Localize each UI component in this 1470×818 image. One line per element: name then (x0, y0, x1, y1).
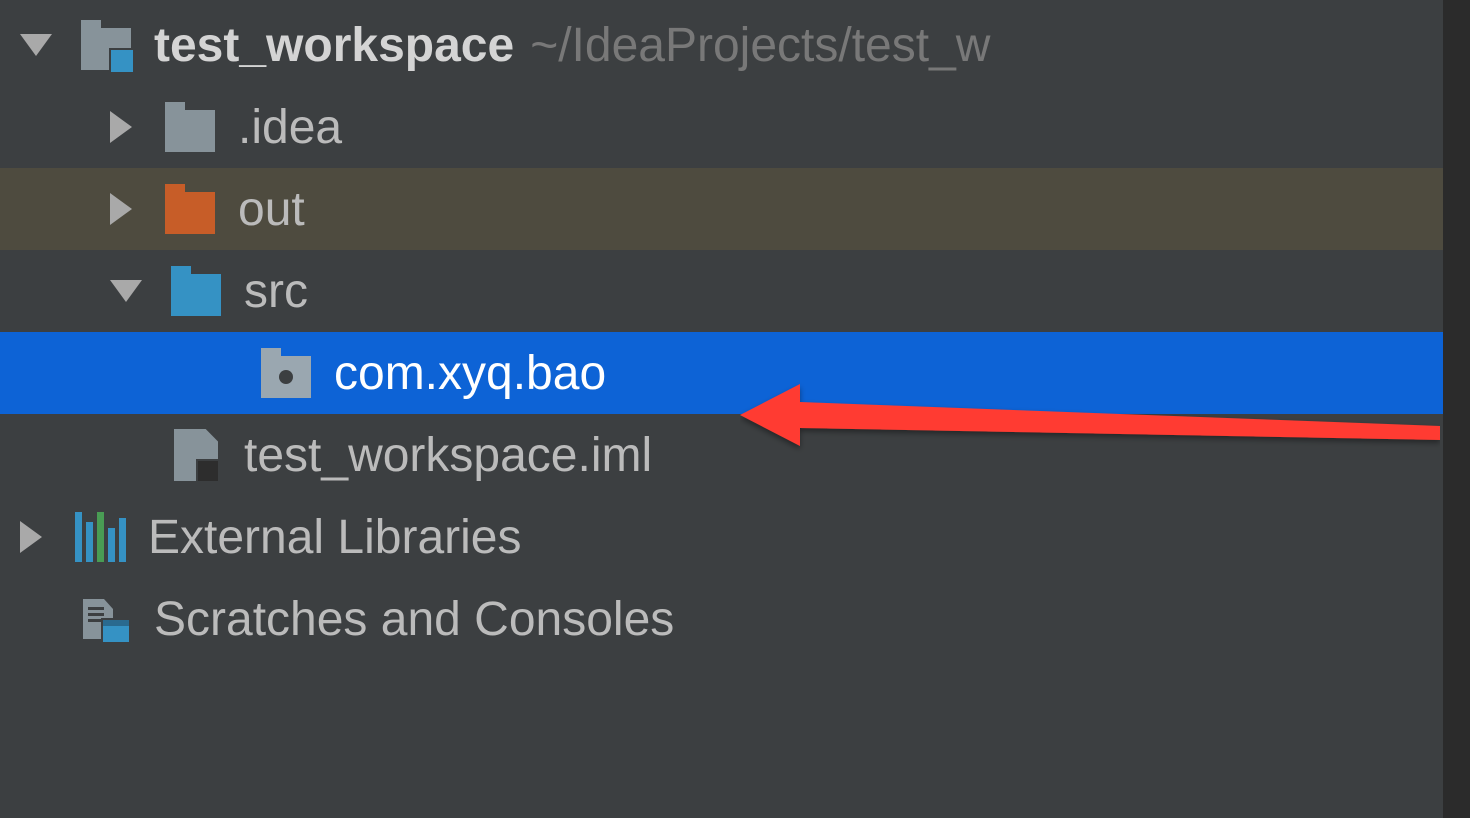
arrow-spacer (20, 608, 52, 630)
scratches-icon (78, 591, 134, 647)
package-label: com.xyq.bao (334, 346, 606, 401)
expand-arrow-right-icon[interactable] (110, 193, 132, 225)
arrow-spacer (200, 362, 232, 384)
tree-row-iml-file[interactable]: test_workspace.iml (0, 414, 1443, 496)
iml-file-label: test_workspace.iml (244, 428, 652, 483)
tree-row-src-folder[interactable]: src (0, 250, 1443, 332)
idea-folder-label: .idea (238, 100, 342, 155)
scratches-label: Scratches and Consoles (154, 592, 674, 647)
expand-arrow-down-icon[interactable] (20, 34, 52, 56)
expand-arrow-right-icon[interactable] (110, 111, 132, 143)
module-folder-icon (78, 17, 134, 73)
out-folder-label: out (238, 182, 305, 237)
tree-row-idea-folder[interactable]: .idea (0, 86, 1443, 168)
source-folder-icon (168, 263, 224, 319)
project-root-path: ~/IdeaProjects/test_w (530, 18, 990, 73)
expand-arrow-right-icon[interactable] (20, 521, 42, 553)
tree-row-external-libraries[interactable]: External Libraries (0, 496, 1443, 578)
package-folder-icon (258, 345, 314, 401)
src-folder-label: src (244, 264, 308, 319)
arrow-spacer (110, 444, 142, 466)
excluded-folder-icon (162, 181, 218, 237)
tree-row-out-folder[interactable]: out (0, 168, 1443, 250)
expand-arrow-down-icon[interactable] (110, 280, 142, 302)
panel-divider (1443, 0, 1470, 818)
project-root-label: test_workspace (154, 18, 514, 73)
tree-row-project-root[interactable]: test_workspace ~/IdeaProjects/test_w (0, 4, 1443, 86)
tree-row-package[interactable]: com.xyq.bao (0, 332, 1443, 414)
external-libraries-label: External Libraries (148, 510, 522, 565)
tree-row-scratches[interactable]: Scratches and Consoles (0, 578, 1443, 660)
iml-file-icon (168, 427, 224, 483)
folder-icon (162, 99, 218, 155)
libraries-icon (72, 509, 128, 565)
project-tree: test_workspace ~/IdeaProjects/test_w .id… (0, 0, 1443, 660)
